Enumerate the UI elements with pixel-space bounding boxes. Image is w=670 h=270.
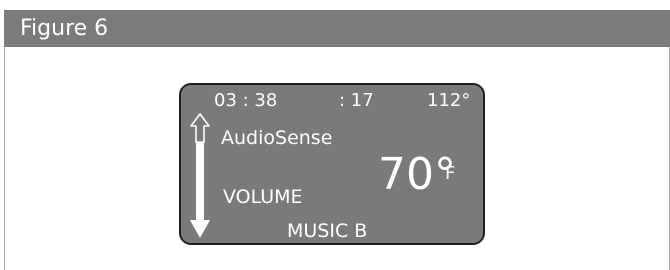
figure-title: Figure 6 [20,16,109,41]
clock-time: 03 : 38 [214,90,278,111]
volume-up-down-arrow-icon [190,113,210,238]
radio-display-panel: 03 : 38 : 17 112° AudioSense 70° F VOLUM… [179,83,485,245]
temperature-unit: F [445,163,456,184]
volume-label: VOLUME [223,186,303,208]
audio-mode-label: AudioSense [221,127,333,149]
music-source-label: MUSIC B [287,220,368,242]
seconds-readout: : 17 [339,90,374,111]
compass-heading: 112° [427,90,471,111]
figure-header: Figure 6 [4,10,670,47]
